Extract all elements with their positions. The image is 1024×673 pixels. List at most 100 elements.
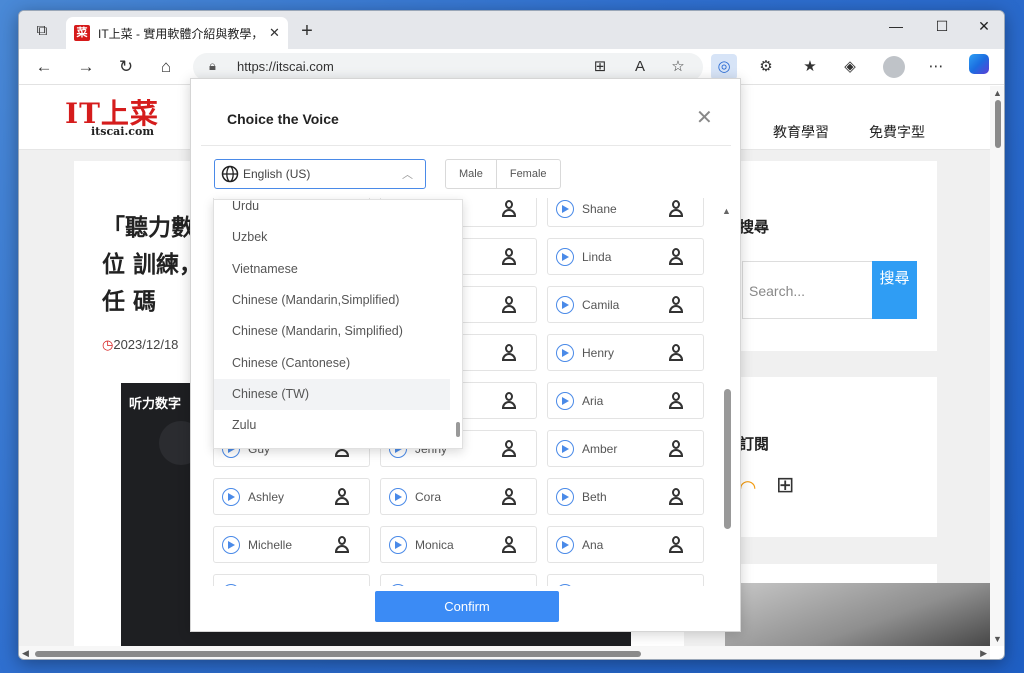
language-select[interactable]: English (US) ︿ xyxy=(214,159,426,189)
scroll-left-icon[interactable]: ◀ xyxy=(22,648,29,659)
favorite-star-icon[interactable]: ☆ xyxy=(665,54,691,80)
minimize-button[interactable]: — xyxy=(873,11,919,41)
play-icon[interactable] xyxy=(556,296,574,314)
play-icon[interactable] xyxy=(222,488,240,506)
play-icon[interactable] xyxy=(389,536,407,554)
language-option[interactable]: Urdu xyxy=(214,200,450,222)
list-scroll-up-icon[interactable]: ▲ xyxy=(722,206,731,216)
dialog-title: Choice the Voice xyxy=(227,111,339,127)
voice-card[interactable]: Monica xyxy=(380,526,537,563)
scroll-right-icon[interactable]: ▶ xyxy=(980,648,987,659)
play-icon[interactable] xyxy=(556,488,574,506)
confirm-button[interactable]: Confirm xyxy=(375,591,559,622)
voice-card[interactable]: Aria xyxy=(547,382,704,419)
search-input[interactable]: Search... xyxy=(742,261,872,319)
voice-card[interactable]: Camila xyxy=(547,286,704,323)
maximize-button[interactable]: ☐ xyxy=(919,11,965,41)
voice-card[interactable]: Ashley xyxy=(213,478,370,515)
active-tab[interactable]: 菜 IT上菜 - 實用軟體介紹與教學，更 ✕ xyxy=(66,17,288,49)
language-option[interactable]: Chinese (Cantonese) xyxy=(214,348,450,379)
language-option[interactable]: Vietnamese xyxy=(214,254,450,285)
voice-card[interactable]: Cora xyxy=(380,478,537,515)
play-icon[interactable] xyxy=(222,584,240,586)
person-icon xyxy=(335,536,349,553)
voice-card[interactable]: Shane xyxy=(547,198,704,227)
person-icon xyxy=(502,488,516,505)
voice-card[interactable] xyxy=(213,574,370,586)
extensions-icon[interactable]: ⚙ xyxy=(753,54,779,80)
language-option[interactable]: Uzbek xyxy=(214,222,450,253)
dialog-divider xyxy=(201,145,731,146)
play-icon[interactable] xyxy=(556,344,574,362)
search-button[interactable]: 搜尋 xyxy=(872,261,917,319)
person-icon xyxy=(669,536,683,553)
dropdown-scroll-thumb[interactable] xyxy=(456,422,460,437)
close-window-button[interactable]: ✕ xyxy=(961,11,1004,41)
rss-icon[interactable]: ◠ xyxy=(739,475,756,500)
voice-card[interactable] xyxy=(380,574,537,586)
gender-female-button[interactable]: Female xyxy=(495,160,560,188)
play-icon[interactable] xyxy=(556,248,574,266)
nav-link-fonts[interactable]: 免費字型 xyxy=(869,122,925,142)
voice-card[interactable]: Beth xyxy=(547,478,704,515)
horizontal-scrollbar[interactable]: ◀ ▶ xyxy=(19,646,990,659)
scroll-up-icon[interactable]: ▲ xyxy=(993,88,1002,98)
voice-list-scroll-thumb[interactable] xyxy=(724,389,731,529)
vertical-scrollbar[interactable]: ▲ ▼ xyxy=(990,86,1004,646)
person-icon xyxy=(669,392,683,409)
play-icon[interactable] xyxy=(389,584,407,586)
more-menu-icon[interactable]: ⋯ xyxy=(923,54,949,80)
play-icon[interactable] xyxy=(556,584,574,586)
vertical-scroll-thumb[interactable] xyxy=(995,100,1001,148)
back-icon[interactable]: ← xyxy=(31,54,57,80)
refresh-icon[interactable]: ↻ xyxy=(113,54,139,80)
person-icon xyxy=(669,248,683,265)
home-icon[interactable]: ⌂ xyxy=(153,54,179,80)
voice-card[interactable]: Michelle xyxy=(213,526,370,563)
play-icon[interactable] xyxy=(556,392,574,410)
voice-name: Camila xyxy=(582,298,620,312)
forward-icon[interactable]: → xyxy=(73,54,99,80)
gender-filter: Male Female xyxy=(445,159,561,189)
language-option[interactable]: Chinese (TW) xyxy=(214,378,450,410)
language-option[interactable]: Zulu xyxy=(214,410,450,441)
voice-name: Ana xyxy=(582,538,604,552)
play-icon[interactable] xyxy=(556,440,574,458)
voice-card[interactable]: Amber xyxy=(547,430,704,467)
play-icon[interactable] xyxy=(556,536,574,554)
workspaces-icon[interactable]: ⧉ xyxy=(31,20,53,42)
globe-icon xyxy=(221,165,239,183)
language-option[interactable]: Chinese (Mandarin, Simplified) xyxy=(214,316,450,347)
voice-card[interactable]: Linda xyxy=(547,238,704,275)
voice-name: Aria xyxy=(582,394,604,408)
extension-active-icon[interactable]: ◎ xyxy=(711,54,737,80)
url-text: https://itscai.com xyxy=(237,59,334,74)
gender-male-button[interactable]: Male xyxy=(446,160,496,188)
voice-card[interactable] xyxy=(547,574,704,586)
nav-link-education[interactable]: 教育學習 xyxy=(773,122,829,142)
person-icon xyxy=(502,296,516,313)
voice-card[interactable]: Henry xyxy=(547,334,704,371)
close-icon[interactable]: ✕ xyxy=(696,105,713,130)
site-favicon-icon: 菜 xyxy=(74,25,90,41)
app-available-icon[interactable]: ⊞ xyxy=(587,54,613,80)
language-option[interactable]: Chinese (Mandarin,Simplified) xyxy=(214,285,450,316)
profile-avatar[interactable] xyxy=(883,56,905,78)
horizontal-scroll-thumb[interactable] xyxy=(35,651,641,657)
play-icon[interactable] xyxy=(389,488,407,506)
person-icon xyxy=(669,440,683,457)
read-aloud-icon[interactable]: A xyxy=(627,54,653,80)
favorites-icon[interactable]: ★ xyxy=(797,54,823,80)
copilot-icon[interactable] xyxy=(969,54,989,74)
voice-name: Linda xyxy=(582,250,612,264)
play-icon[interactable] xyxy=(222,536,240,554)
add-feed-icon[interactable]: ⊞ xyxy=(776,472,794,498)
person-icon xyxy=(669,296,683,313)
collections-icon[interactable]: ◈ xyxy=(837,54,863,80)
tab-close-icon[interactable]: ✕ xyxy=(269,25,280,41)
play-icon[interactable] xyxy=(556,200,574,218)
scroll-down-icon[interactable]: ▼ xyxy=(993,634,1002,644)
new-tab-icon[interactable]: + xyxy=(295,20,319,44)
site-logo-sub: itscai.com xyxy=(91,125,154,138)
voice-card[interactable]: Ana xyxy=(547,526,704,563)
